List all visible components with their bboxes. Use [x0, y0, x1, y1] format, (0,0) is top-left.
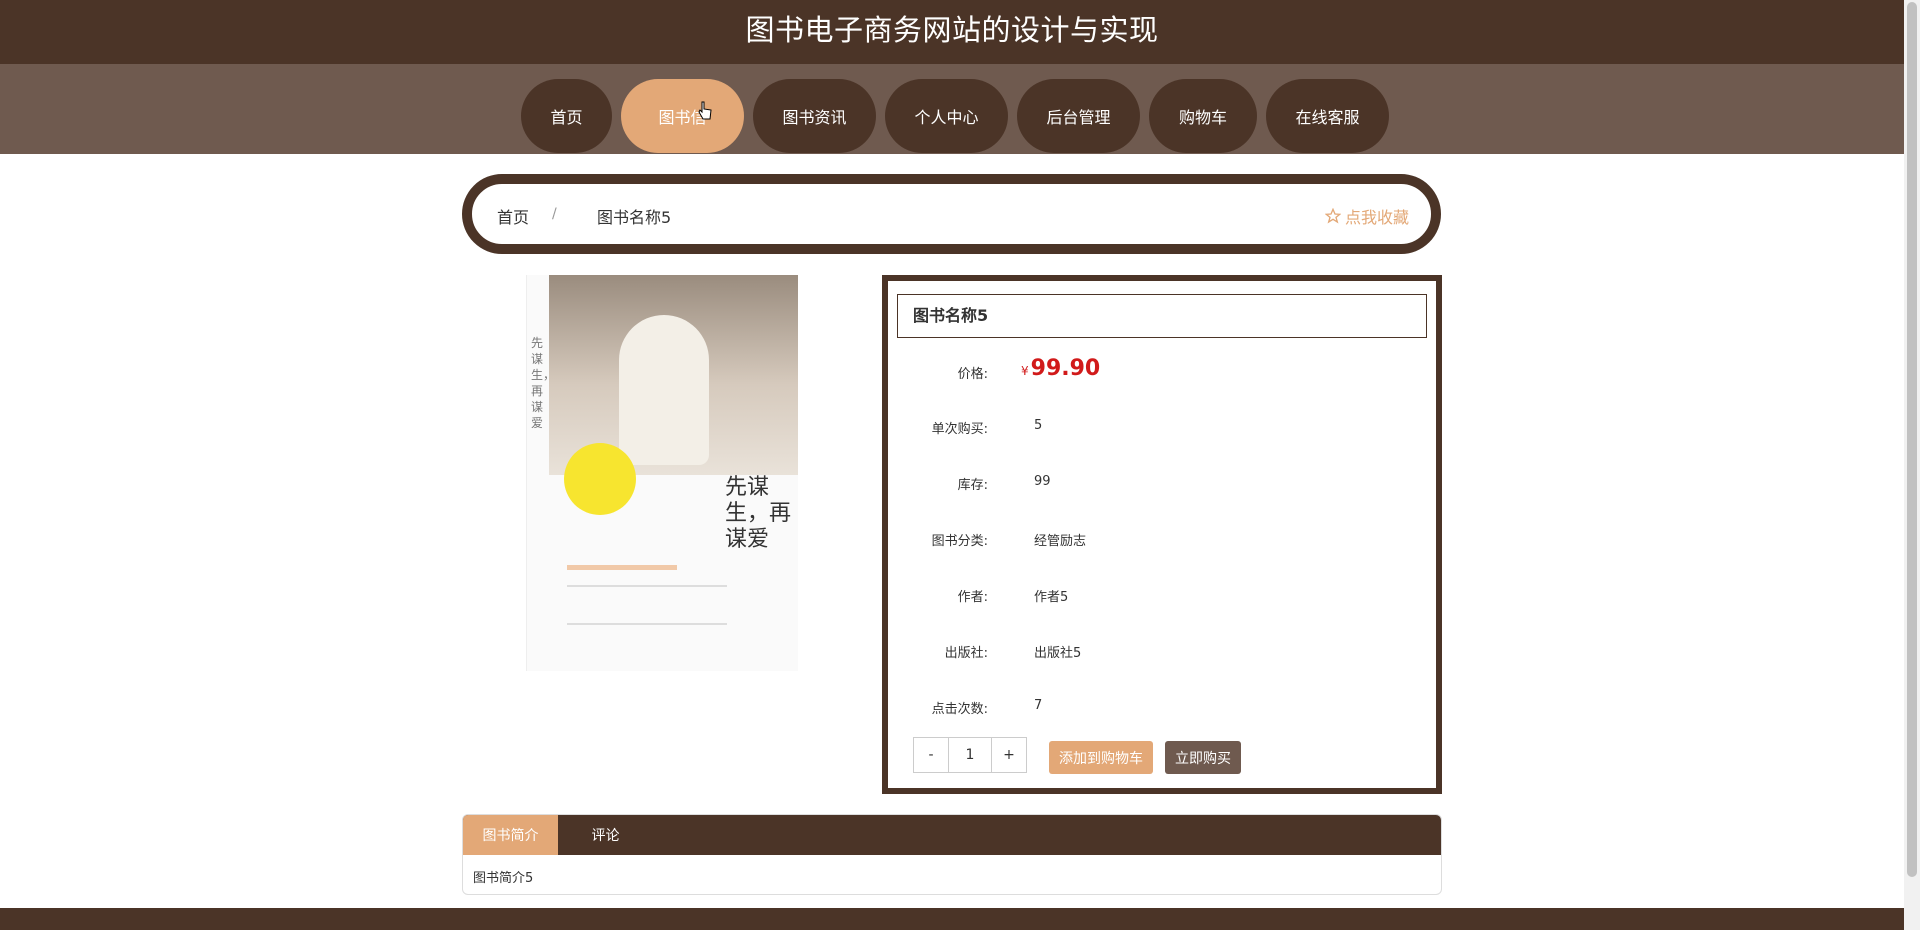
field-row: 图书分类: 经管励志	[931, 534, 1087, 549]
star-outline-icon	[1324, 208, 1341, 224]
site-header: 图书电子商务网站的设计与实现	[0, 0, 1904, 64]
breadcrumb-home-link[interactable]: 首页	[497, 204, 529, 228]
breadcrumb-separator: /	[552, 206, 557, 222]
tab-content: 图书简介5	[473, 871, 534, 886]
book-cover-image: 先谋生，再谋爱 先谋生，再谋爱	[526, 275, 798, 671]
currency-symbol: ¥	[1021, 364, 1029, 378]
price-label: 价格:	[957, 367, 988, 382]
cover-spine-text: 先谋生，再谋爱	[531, 336, 556, 430]
field-row: 库存: 99	[957, 474, 1051, 493]
site-footer	[0, 908, 1904, 930]
buy-now-button[interactable]: 立即购买	[1165, 741, 1241, 774]
nav-item-book-info[interactable]: 图书信	[621, 79, 744, 153]
price-value: 99.90	[1030, 356, 1101, 381]
field-row: 作者: 作者5	[957, 590, 1069, 605]
main-nav: 首页 图书信 图书资讯 个人中心 后台管理 购物车 在线客服	[0, 64, 1904, 154]
nav-item-home[interactable]: 首页	[521, 79, 612, 153]
favorite-label: 点我收藏	[1344, 208, 1409, 227]
nav-item-personal-center[interactable]: 个人中心	[885, 79, 1008, 153]
cover-badge	[564, 443, 636, 515]
tab-comments[interactable]: 评论	[558, 815, 653, 855]
breadcrumb: 首页 / 图书名称5 点我收藏	[462, 174, 1441, 254]
nav-item-cart[interactable]: 购物车	[1149, 79, 1257, 153]
quantity-stepper: - 1 +	[913, 737, 1027, 773]
breadcrumb-current: 图书名称5	[597, 208, 672, 227]
hand-cursor-icon	[698, 101, 712, 120]
field-row: 单次购买: 5	[931, 418, 1043, 437]
site-title: 图书电子商务网站的设计与实现	[745, 13, 1159, 47]
nav-item-online-service[interactable]: 在线客服	[1266, 79, 1389, 153]
price-row: 价格: ¥99.90	[888, 356, 1428, 387]
field-row: 出版社: 出版社5	[944, 646, 1082, 661]
page-scrollbar[interactable]	[1904, 0, 1920, 930]
book-name: 图书名称5	[897, 294, 1427, 338]
nav-item-book-news[interactable]: 图书资讯	[753, 79, 876, 153]
add-to-cart-button[interactable]: 添加到购物车	[1049, 741, 1153, 774]
tab-book-intro[interactable]: 图书简介	[463, 815, 558, 855]
quantity-input[interactable]: 1	[948, 738, 992, 772]
quantity-plus-button[interactable]: +	[992, 738, 1026, 772]
favorite-button[interactable]: 点我收藏	[1324, 204, 1409, 228]
cover-title-text: 先谋生，再谋爱	[725, 475, 792, 552]
book-tabs: 图书简介 评论 图书简介5	[462, 814, 1442, 895]
book-detail-panel: 图书名称5 价格: ¥99.90 单次购买: 5 库存: 99 图书分类: 经管…	[882, 275, 1442, 794]
quantity-minus-button[interactable]: -	[914, 738, 948, 772]
field-row: 点击次数: 7	[931, 698, 1043, 717]
nav-item-admin[interactable]: 后台管理	[1017, 79, 1140, 153]
scrollbar-thumb[interactable]	[1907, 2, 1917, 877]
